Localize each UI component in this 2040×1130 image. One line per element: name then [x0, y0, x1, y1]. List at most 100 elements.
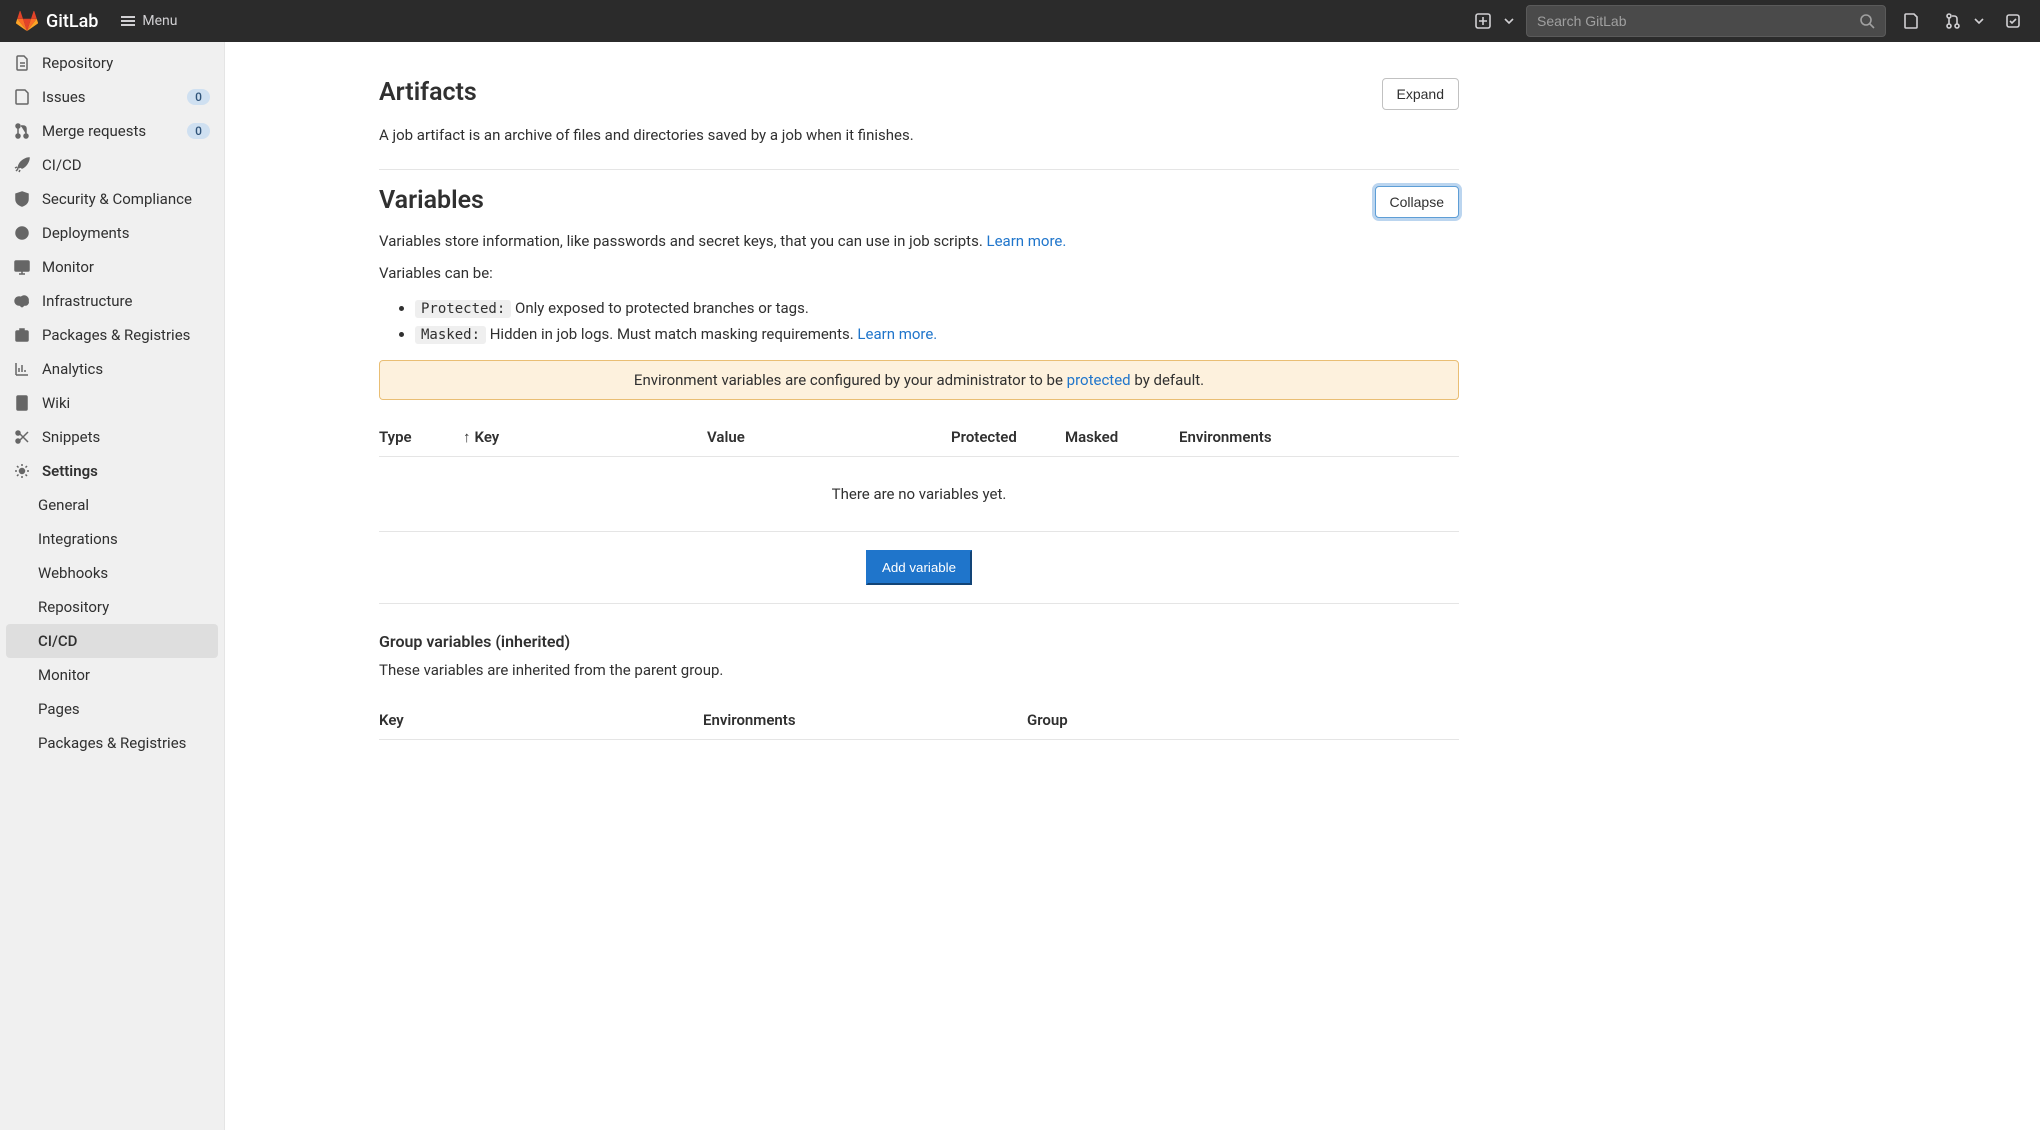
chevron-down-icon	[1970, 5, 1988, 37]
protected-link[interactable]: protected	[1067, 371, 1131, 389]
sidebar-item-analytics[interactable]: Analytics	[0, 352, 224, 386]
chart-icon	[14, 361, 30, 377]
sidebar-item-label: Repository	[42, 54, 113, 72]
sidebar-item-label: Snippets	[42, 428, 100, 446]
sidebar-item-label: Infrastructure	[42, 292, 132, 310]
sidebar-item-settings[interactable]: Settings	[0, 454, 224, 488]
col-protected[interactable]: Protected	[951, 428, 1061, 446]
settings-sub-monitor[interactable]: Monitor	[0, 658, 224, 692]
group-col-environments: Environments	[703, 711, 1023, 729]
sidebar-item-infrastructure[interactable]: Infrastructure	[0, 284, 224, 318]
group-variables-desc: These variables are inherited from the p…	[379, 661, 1459, 679]
issues-icon	[1903, 13, 1919, 29]
deploy-icon	[14, 225, 30, 241]
variables-empty-state: There are no variables yet.	[379, 457, 1459, 531]
gear-icon	[14, 463, 30, 479]
variables-can-be: Variables can be:	[379, 264, 1459, 282]
sort-ascending-icon: ↑	[463, 428, 471, 446]
search-box[interactable]	[1526, 5, 1886, 37]
search-icon	[1859, 13, 1875, 29]
variables-desc: Variables store information, like passwo…	[379, 232, 1459, 250]
search-input[interactable]	[1537, 13, 1859, 29]
variables-section: Variables Collapse Variables store infor…	[379, 170, 1459, 763]
sidebar-item-label: Security & Compliance	[42, 190, 192, 208]
col-type[interactable]: Type	[379, 428, 459, 446]
protected-default-alert: Environment variables are configured by …	[379, 360, 1459, 400]
sidebar-item-wiki[interactable]: Wiki	[0, 386, 224, 420]
rocket-icon	[14, 157, 30, 173]
menu-label: Menu	[142, 13, 177, 29]
monitor-icon	[14, 259, 30, 275]
col-environments[interactable]: Environments	[1179, 428, 1359, 446]
cloud-icon	[14, 293, 30, 309]
artifacts-title: Artifacts	[379, 78, 477, 107]
sidebar-item-cicd[interactable]: CI/CD	[0, 148, 224, 182]
settings-sub-packages[interactable]: Packages & Registries	[0, 726, 224, 760]
sidebar-item-label: CI/CD	[42, 156, 82, 174]
main-content: Artifacts Expand A job artifact is an ar…	[225, 42, 2040, 1130]
main-layout: Repository Issues 0 Merge requests 0 CI/…	[0, 42, 2040, 1130]
sidebar-item-label: Issues	[42, 88, 86, 106]
settings-sub-webhooks[interactable]: Webhooks	[0, 556, 224, 590]
sidebar-item-packages[interactable]: Packages & Registries	[0, 318, 224, 352]
shield-icon	[14, 191, 30, 207]
settings-sub-repository[interactable]: Repository	[0, 590, 224, 624]
sidebar-item-label: Wiki	[42, 394, 70, 412]
settings-sub-integrations[interactable]: Integrations	[0, 522, 224, 556]
sidebar-item-label: Packages & Registries	[42, 326, 190, 344]
sidebar-item-issues[interactable]: Issues 0	[0, 80, 224, 114]
artifacts-header: Artifacts Expand	[379, 78, 1459, 110]
todos-shortcut[interactable]	[1996, 5, 2030, 37]
plus-icon	[1466, 5, 1500, 37]
group-variables-section: Group variables (inherited) These variab…	[379, 632, 1459, 740]
sidebar-item-label: Merge requests	[42, 122, 146, 140]
merge-request-dropdown[interactable]	[1936, 5, 1988, 37]
sidebar-item-repository[interactable]: Repository	[0, 46, 224, 80]
collapse-button[interactable]: Collapse	[1375, 186, 1459, 218]
group-col-key: Key	[379, 711, 699, 729]
masked-code: Masked:	[415, 326, 486, 344]
masked-item: Masked: Hidden in job logs. Must match m…	[415, 322, 1459, 346]
count-badge: 0	[187, 123, 210, 139]
variables-header: Variables Collapse	[379, 186, 1459, 218]
variables-title: Variables	[379, 186, 484, 215]
settings-sub-general[interactable]: General	[0, 488, 224, 522]
todo-icon	[2005, 13, 2021, 29]
expand-button[interactable]: Expand	[1382, 78, 1459, 110]
gitlab-logo-icon	[16, 10, 38, 32]
col-value[interactable]: Value	[707, 428, 947, 446]
issues-shortcut[interactable]	[1894, 5, 1928, 37]
create-dropdown[interactable]	[1466, 5, 1518, 37]
sidebar-item-deployments[interactable]: Deployments	[0, 216, 224, 250]
sidebar-item-security[interactable]: Security & Compliance	[0, 182, 224, 216]
add-variable-button[interactable]: Add variable	[866, 550, 972, 585]
artifacts-section: Artifacts Expand A job artifact is an ar…	[379, 62, 1459, 170]
issues-icon	[14, 89, 30, 105]
group-variables-title: Group variables (inherited)	[379, 632, 1459, 651]
sidebar-item-label: Analytics	[42, 360, 103, 378]
protected-code: Protected:	[415, 300, 511, 318]
package-icon	[14, 327, 30, 343]
count-badge: 0	[187, 89, 210, 105]
sidebar-item-merge-requests[interactable]: Merge requests 0	[0, 114, 224, 148]
settings-sub-cicd[interactable]: CI/CD	[6, 624, 218, 658]
menu-button[interactable]: Menu	[110, 7, 187, 35]
chevron-down-icon	[1500, 5, 1518, 37]
top-navbar: GitLab Menu	[0, 0, 2040, 42]
learn-more-link[interactable]: Learn more.	[857, 325, 937, 343]
sidebar-item-label: Settings	[42, 462, 98, 480]
col-key[interactable]: ↑Key	[463, 428, 703, 446]
brand-logo[interactable]: GitLab	[16, 10, 98, 32]
brand-text: GitLab	[46, 11, 98, 32]
sidebar-item-snippets[interactable]: Snippets	[0, 420, 224, 454]
learn-more-link[interactable]: Learn more.	[987, 232, 1067, 250]
topbar-right	[1466, 5, 2030, 37]
variables-table-header: Type ↑Key Value Protected Masked Environ…	[379, 418, 1459, 457]
settings-sub-pages[interactable]: Pages	[0, 692, 224, 726]
book-icon	[14, 395, 30, 411]
merge-icon	[1936, 5, 1970, 37]
sidebar-item-monitor[interactable]: Monitor	[0, 250, 224, 284]
col-masked[interactable]: Masked	[1065, 428, 1175, 446]
group-col-group: Group	[1027, 711, 1227, 729]
sidebar-item-label: Monitor	[42, 258, 94, 276]
